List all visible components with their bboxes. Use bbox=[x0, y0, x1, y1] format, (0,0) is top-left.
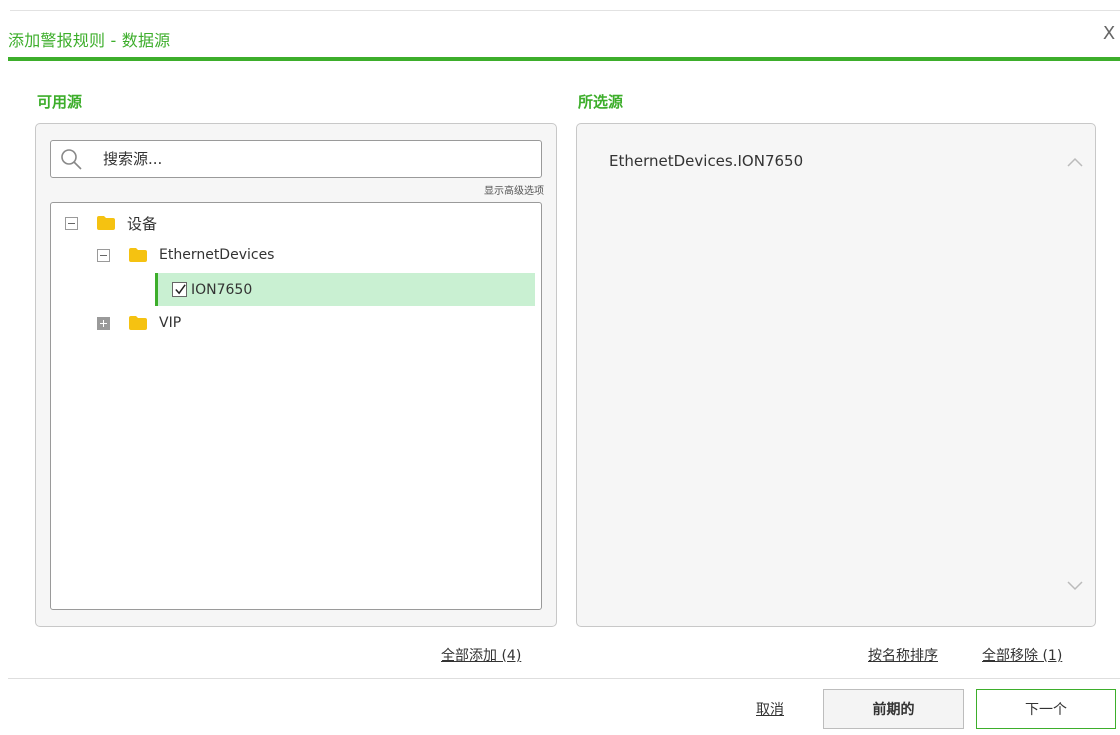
show-advanced-options-link[interactable]: 显示高级选项 bbox=[440, 182, 544, 197]
add-all-link[interactable]: 全部添加 (4) bbox=[441, 645, 521, 665]
tree-node-label: 设备 bbox=[127, 214, 158, 233]
dialog-title: 添加警报规则 - 数据源 bbox=[8, 31, 171, 50]
folder-icon bbox=[97, 216, 115, 230]
folder-icon bbox=[129, 316, 147, 330]
source-tree: 设备 EthernetDevices ION7650 VIP bbox=[50, 202, 542, 610]
cancel-link[interactable]: 取消 bbox=[756, 699, 784, 719]
title-accent-bar bbox=[8, 57, 1120, 61]
previous-button[interactable]: 前期的 bbox=[823, 689, 964, 729]
search-icon bbox=[61, 149, 82, 170]
selected-source-item[interactable]: EthernetDevices.ION7650 bbox=[609, 152, 803, 170]
close-icon[interactable]: X bbox=[1098, 22, 1120, 46]
tree-node-ethernet-devices[interactable]: EthernetDevices bbox=[97, 240, 274, 270]
chevron-down-icon[interactable] bbox=[1066, 578, 1084, 594]
tree-node-ion7650[interactable]: ION7650 bbox=[155, 273, 535, 306]
search-input[interactable] bbox=[103, 145, 533, 173]
tree-node-vip[interactable]: VIP bbox=[97, 308, 181, 338]
tree-node-label: ION7650 bbox=[191, 281, 253, 298]
available-sources-heading: 可用源 bbox=[37, 93, 83, 111]
collapse-toggle[interactable] bbox=[97, 248, 110, 262]
selected-sources-panel bbox=[576, 123, 1096, 627]
footer-divider bbox=[8, 678, 1120, 679]
selected-sources-heading: 所选源 bbox=[578, 93, 624, 111]
next-button[interactable]: 下一个 bbox=[976, 689, 1116, 729]
folder-icon bbox=[129, 248, 147, 262]
sort-by-name-link[interactable]: 按名称排序 bbox=[868, 645, 938, 665]
tree-node-label: EthernetDevices bbox=[159, 247, 275, 263]
add-alarm-rule-dialog: 添加警报规则 - 数据源 X 可用源 显示高级选项 设备 EthernetDev… bbox=[0, 0, 1120, 735]
tree-node-devices[interactable]: 设备 bbox=[65, 208, 157, 238]
collapse-toggle[interactable] bbox=[65, 216, 78, 230]
check-icon[interactable] bbox=[172, 282, 187, 297]
chevron-up-icon[interactable] bbox=[1066, 154, 1084, 170]
tree-node-label: VIP bbox=[159, 315, 182, 331]
top-divider bbox=[10, 10, 1120, 11]
search-box bbox=[50, 140, 542, 178]
expand-toggle[interactable] bbox=[97, 316, 110, 330]
remove-all-link[interactable]: 全部移除 (1) bbox=[982, 645, 1062, 665]
